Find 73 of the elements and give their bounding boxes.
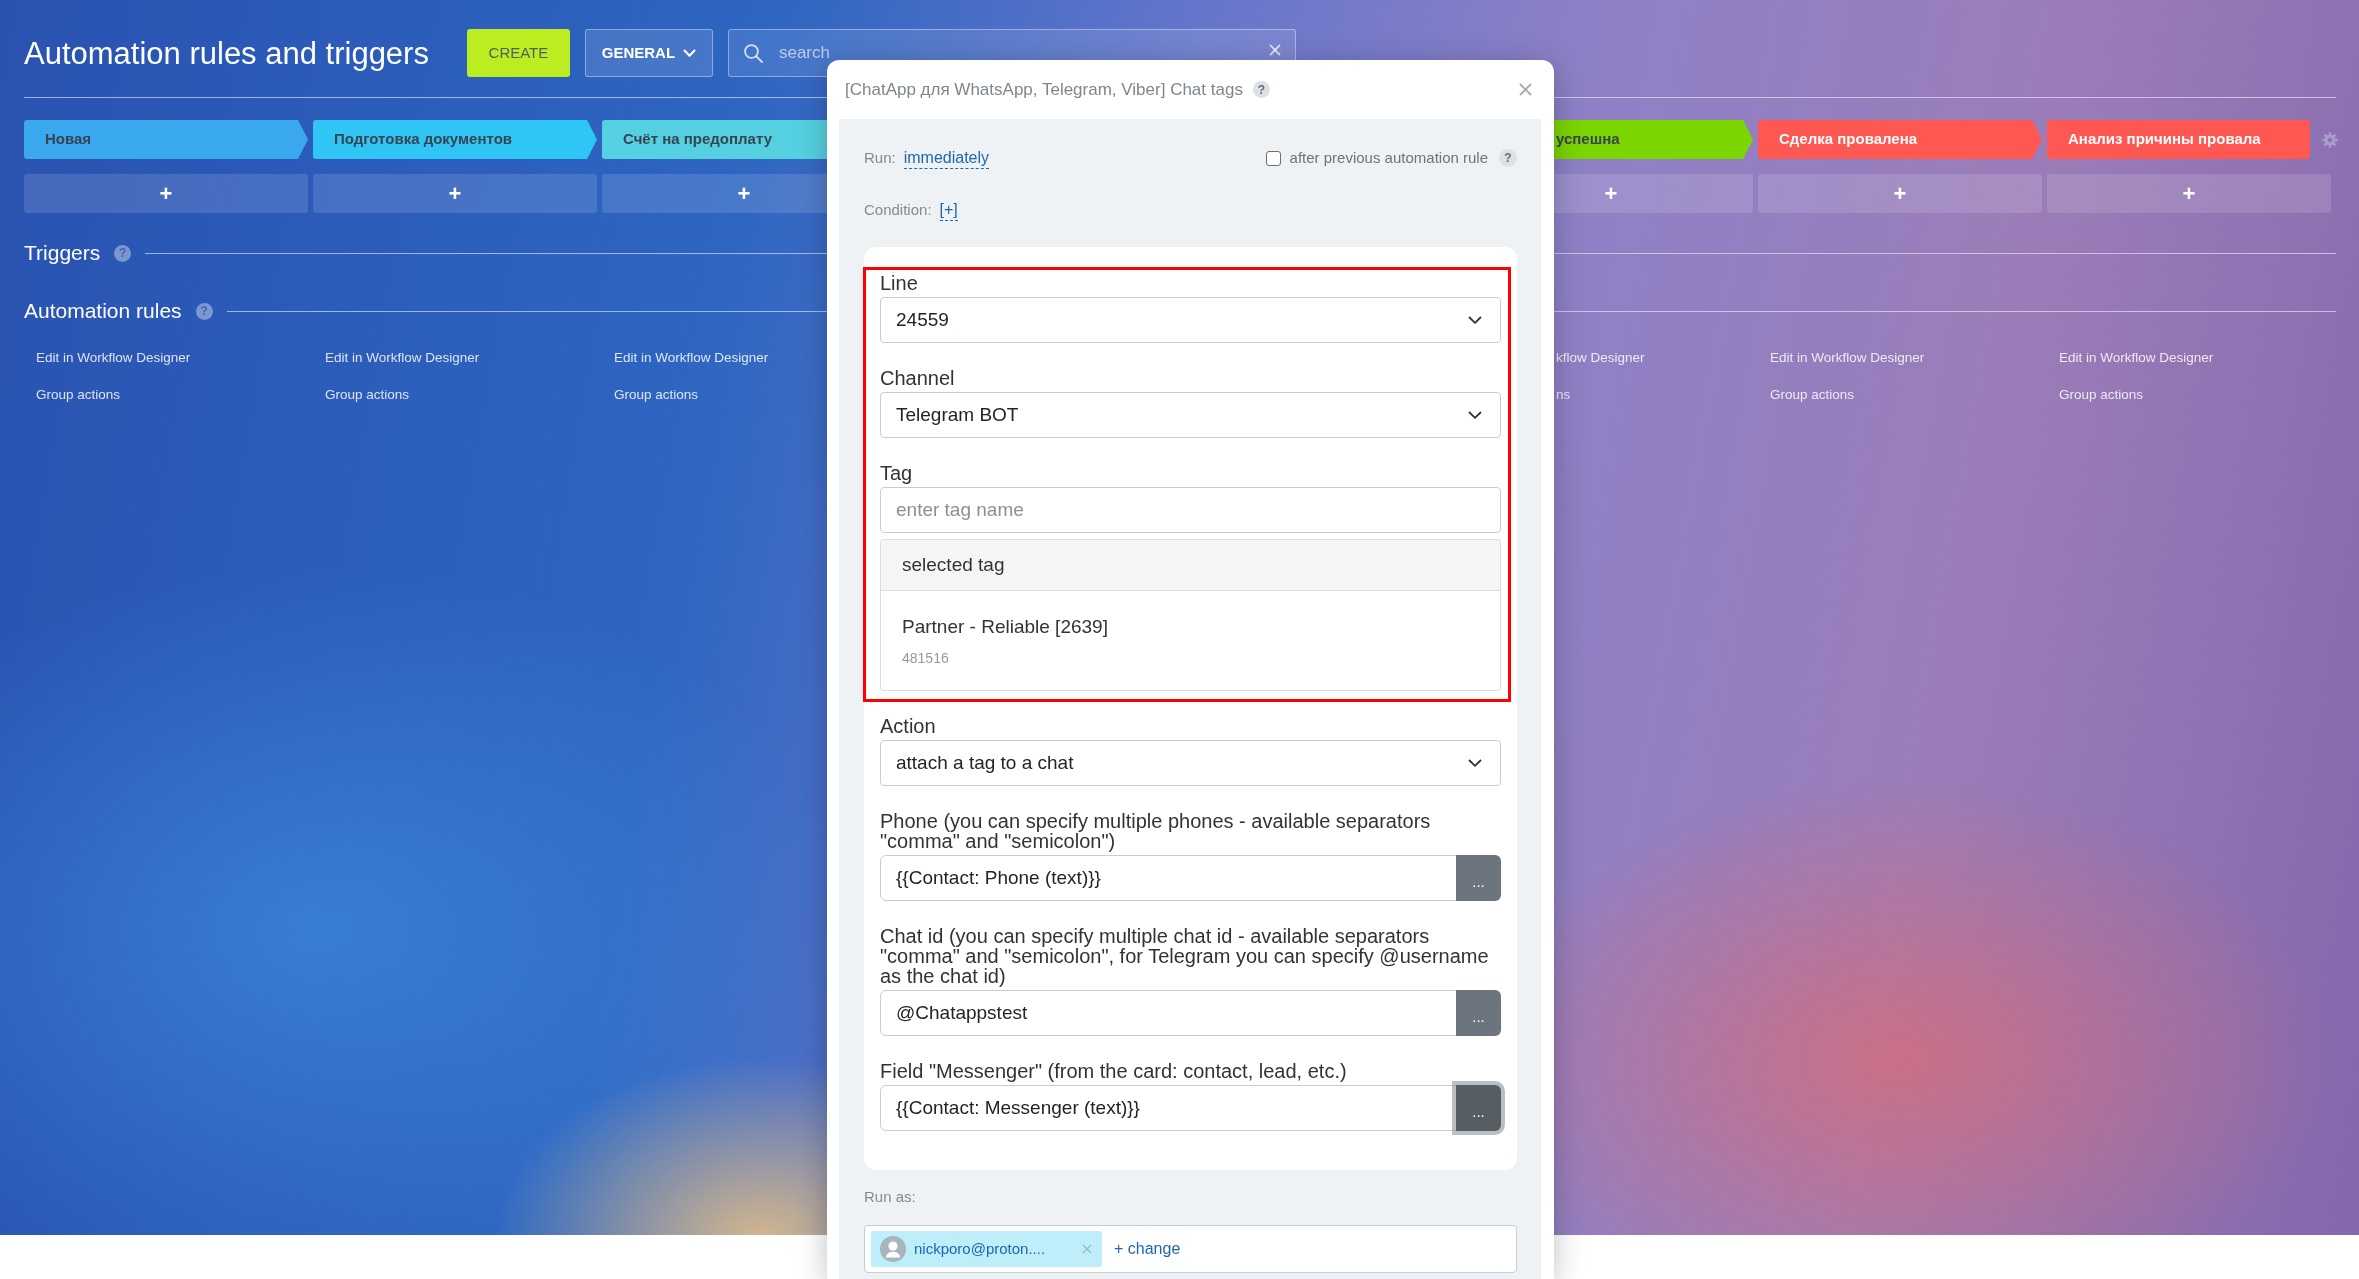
stage-header: Сделка провалена [1758, 120, 2042, 159]
stage-header: Счёт на предоплату [602, 120, 827, 159]
stage-header: успешна [1554, 120, 1753, 159]
stage-header: Новая [24, 120, 308, 159]
chevron-down-icon [1468, 316, 1482, 324]
workflow-designer-link[interactable]: Edit in Workflow Designer [36, 348, 191, 368]
group-actions-link[interactable]: Group actions [325, 385, 410, 405]
group-actions-link[interactable]: ns [1556, 385, 1571, 405]
add-rule-button[interactable]: + [2047, 174, 2331, 213]
condition-label: Condition: [864, 200, 932, 220]
workflow-designer-link[interactable]: Edit in Workflow Designer [614, 348, 769, 368]
caret-icon [683, 49, 697, 57]
text-field[interactable]: @Chatappstest [880, 990, 1457, 1036]
dropdown-header: selected tag [881, 540, 1500, 591]
checkbox[interactable] [1265, 150, 1281, 166]
add-rule-button[interactable]: + [24, 174, 308, 213]
change-link[interactable]: + change [1114, 1237, 1181, 1261]
stage-header: Подготовка документов [313, 120, 597, 159]
avatar-icon [880, 1236, 906, 1262]
tag-id: 481516 [902, 649, 949, 668]
field-label: Channel [880, 368, 956, 388]
tag-option[interactable]: Partner - Reliable [2639] [902, 615, 1108, 639]
text-field[interactable]: {{Contact: Messenger (text)}} [880, 1085, 1457, 1131]
run-as-label: Run as: [864, 1187, 917, 1207]
section-title: Automation rules [24, 298, 182, 324]
select-field[interactable]: attach a tag to a chat [880, 740, 1501, 786]
stage-header: Анализ причины провала [2047, 120, 2310, 159]
section-title: Triggers [24, 240, 101, 266]
picker-button[interactable]: ... [1456, 855, 1501, 901]
search-input[interactable]: search [728, 30, 1295, 63]
field-label: Action [880, 716, 937, 736]
gear-icon[interactable] [2322, 131, 2338, 148]
page-title: Automation rules and triggers [24, 37, 429, 69]
chevron-down-icon [1468, 411, 1482, 419]
select-field[interactable]: Telegram BOT [880, 392, 1501, 438]
add-rule-button[interactable]: + [313, 174, 597, 213]
group-actions-link[interactable]: Group actions [614, 385, 699, 405]
clear-icon[interactable] [1268, 44, 1281, 56]
chevron-down-icon [1468, 759, 1482, 767]
group-actions-link[interactable]: Group actions [2059, 385, 2144, 405]
picker-button[interactable]: ... [1456, 1085, 1501, 1131]
workflow-designer-link[interactable]: kflow Designer [1556, 348, 1645, 368]
field-label: Chat id (you can specify multiple chat id - available separators "comma" and "semicolon", for Telegram you can specify @username as the chat id) [880, 926, 1490, 986]
field-label: Field "Messenger" (from the card: contact, lead, etc.) [880, 1061, 1348, 1081]
select-field[interactable]: 24559 [880, 297, 1501, 343]
help-icon[interactable]: ? [1499, 149, 1517, 167]
help-icon[interactable]: ? [1252, 81, 1270, 98]
picker-button[interactable]: ... [1456, 990, 1501, 1036]
user-name: nickporo@proton.... [914, 1238, 1046, 1259]
general-button[interactable]: GENERAL [584, 29, 713, 77]
user-selector[interactable]: nickporo@proton.... + change [864, 1225, 1517, 1273]
add-rule-button[interactable]: + [602, 174, 827, 213]
tag-input[interactable]: enter tag name [880, 487, 1501, 533]
checkbox-label: after previous automation rule [1289, 147, 1488, 168]
search-icon [743, 44, 763, 63]
text-field[interactable]: {{Contact: Phone (text)}} [880, 855, 1457, 901]
field-label: Phone (you can specify multiple phones - available separators "comma" and "semicolon") [880, 811, 1432, 851]
group-actions-link[interactable]: Group actions [36, 385, 121, 405]
remove-icon[interactable] [1082, 1244, 1092, 1254]
workflow-designer-link[interactable]: Edit in Workflow Designer [325, 348, 480, 368]
run-label: Run: [864, 148, 896, 168]
close-icon[interactable] [1519, 83, 1532, 96]
add-rule-button[interactable]: + [1758, 174, 2042, 213]
add-rule-button[interactable]: + [1554, 174, 1753, 213]
group-actions-link[interactable]: Group actions [1770, 385, 1855, 405]
run-timing-link[interactable]: immediately [903, 147, 990, 169]
workflow-designer-link[interactable]: Edit in Workflow Designer [2059, 348, 2214, 368]
add-condition-link[interactable]: [+] [939, 199, 958, 221]
dialog-title: [ChatApp для WhatsApp, Telegram, Viber] Chat tags [845, 78, 1243, 101]
field-label: Tag [880, 463, 914, 483]
field-label: Line [880, 273, 919, 293]
create-button[interactable]: CREATE [466, 29, 570, 77]
workflow-designer-link[interactable]: Edit in Workflow Designer [1770, 348, 1925, 368]
